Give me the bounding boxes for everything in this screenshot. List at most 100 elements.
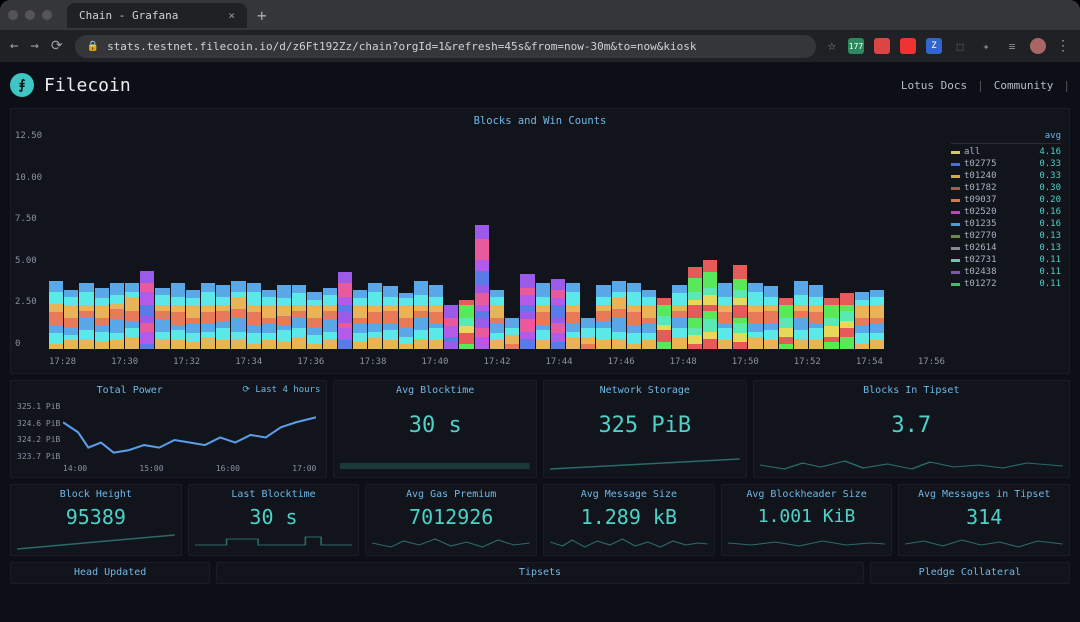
legend-item[interactable]: t027310.11 [951, 254, 1061, 266]
network-storage-panel: Network Storage 325 PiB [543, 380, 747, 478]
panel-title: Avg Blocktime [340, 385, 530, 396]
divider: | [977, 79, 984, 92]
block-height-panel: Block Height 95389 [10, 484, 182, 556]
bars [49, 131, 945, 349]
lock-icon: 🔒 [87, 41, 99, 52]
lotus-docs-link[interactable]: Lotus Docs [901, 79, 967, 92]
filecoin-logo-icon: ⨎ [10, 73, 34, 97]
avg-message-size-panel: Avg Message Size 1.289 kB [543, 484, 715, 556]
window-controls [8, 10, 52, 20]
legend-sort[interactable]: avg [1045, 131, 1061, 141]
sparkline [550, 533, 708, 551]
brand[interactable]: ⨎ Filecoin [10, 73, 131, 97]
legend-item[interactable]: t027750.33 [951, 158, 1061, 170]
tab-title: Chain - Grafana [79, 9, 178, 22]
minimize-window-icon[interactable] [25, 10, 35, 20]
header-links: Lotus Docs | Community | [901, 79, 1070, 92]
page-content: ⨎ Filecoin Lotus Docs | Community | Bloc… [0, 62, 1080, 622]
avatar-icon[interactable] [1030, 38, 1046, 54]
tipsets-panel: Tipsets [216, 562, 863, 584]
stat-value: 325 PiB [550, 396, 740, 455]
panel-title: Blocks and Win Counts [19, 115, 1061, 127]
stat-value: 1.001 KiB [728, 500, 886, 533]
time-range-badge[interactable]: ⟳ Last 4 hours [242, 385, 320, 396]
extension-icon[interactable]: ⬚ [952, 38, 968, 54]
extension-icon[interactable]: Z [926, 38, 942, 54]
sparkline [550, 455, 740, 473]
total-power-chart[interactable]: 325.1 PiB324.6 PiB324.2 PiB323.7 PiB 14:… [17, 396, 320, 473]
sparkline [905, 533, 1063, 551]
panel-title: Avg Messages in Tipset [905, 489, 1063, 500]
browser-url-bar: ← → ⟳ 🔒 stats.testnet.filecoin.io/d/z6Ft… [0, 30, 1080, 62]
close-tab-icon[interactable]: × [228, 9, 235, 22]
extension-icon[interactable] [874, 38, 890, 54]
sparkline [195, 533, 353, 551]
extension-icon[interactable]: 177 [848, 38, 864, 54]
divider: | [1063, 79, 1070, 92]
legend-item[interactable]: t026140.13 [951, 242, 1061, 254]
panel-title: Block Height [17, 489, 175, 500]
bar-chart-area[interactable]: 12.5010.007.505.002.500 17:2817:3017:321… [19, 131, 945, 367]
legend-item[interactable]: t027700.13 [951, 230, 1061, 242]
sparkline [728, 533, 886, 551]
forward-icon[interactable]: → [30, 38, 38, 54]
last-blocktime-panel: Last Blocktime 30 s [188, 484, 360, 556]
brand-name: Filecoin [44, 75, 131, 96]
star-icon[interactable]: ☆ [828, 38, 836, 54]
panel-title: Tipsets [223, 567, 856, 578]
avg-blocktime-panel: Avg Blocktime 30 s [333, 380, 537, 478]
stat-value: 1.289 kB [550, 500, 708, 533]
legend-item[interactable]: t012400.33 [951, 170, 1061, 182]
extension-icon[interactable] [900, 38, 916, 54]
panel-title: Avg Gas Premium [372, 489, 530, 500]
y-axis-labels: 12.5010.007.505.002.500 [15, 131, 42, 349]
legend-item[interactable]: t025200.16 [951, 206, 1061, 218]
head-updated-panel: Head Updated [10, 562, 210, 584]
total-power-panel: Total Power ⟳ Last 4 hours 325.1 PiB324.… [10, 380, 327, 478]
stat-value: 314 [905, 500, 1063, 533]
puzzle-icon[interactable]: ✦ [978, 38, 994, 54]
avg-messages-in-tipset-panel: Avg Messages in Tipset 314 [898, 484, 1070, 556]
avg-gas-premium-panel: Avg Gas Premium 7012926 [365, 484, 537, 556]
browser-tab[interactable]: Chain - Grafana × [67, 3, 247, 28]
legend-item[interactable]: t012350.16 [951, 218, 1061, 230]
stat-value: 30 s [195, 500, 353, 533]
blocks-in-tipset-panel: Blocks In Tipset 3.7 [753, 380, 1070, 478]
legend-item[interactable]: t024380.11 [951, 266, 1061, 278]
url-text: stats.testnet.filecoin.io/d/z6Ft192Zz/ch… [107, 40, 696, 53]
panel-title: Total Power [17, 385, 242, 396]
legend-item[interactable]: t090370.20 [951, 194, 1061, 206]
legend-item[interactable]: t017820.30 [951, 182, 1061, 194]
panel-title: Network Storage [550, 385, 740, 396]
pledge-collateral-panel: Pledge Collateral [870, 562, 1070, 584]
back-icon[interactable]: ← [10, 38, 18, 54]
avg-blockheader-size-panel: Avg Blockheader Size 1.001 KiB [721, 484, 893, 556]
sparkline [340, 455, 530, 473]
panel-title: Blocks In Tipset [760, 385, 1063, 396]
maximize-window-icon[interactable] [42, 10, 52, 20]
close-window-icon[interactable] [8, 10, 18, 20]
panel-title: Pledge Collateral [877, 567, 1063, 578]
chart-legend[interactable]: avg all4.16t027750.33t012400.33t017820.3… [951, 131, 1061, 367]
reload-icon[interactable]: ⟳ [51, 38, 63, 54]
extension-icons: 177 Z ⬚ ✦ ≡ ⋮ [848, 38, 1070, 54]
sparkline [372, 533, 530, 551]
address-bar[interactable]: 🔒 stats.testnet.filecoin.io/d/z6Ft192Zz/… [75, 35, 816, 58]
sparkline [760, 455, 1063, 473]
browser-tab-bar: Chain - Grafana × + [0, 0, 1080, 30]
community-link[interactable]: Community [994, 79, 1054, 92]
extension-icon[interactable]: ≡ [1004, 38, 1020, 54]
menu-icon[interactable]: ⋮ [1056, 38, 1070, 54]
stat-value: 7012926 [372, 500, 530, 533]
site-header: ⨎ Filecoin Lotus Docs | Community | [10, 62, 1070, 108]
legend-item[interactable]: all4.16 [951, 146, 1061, 158]
panel-title: Avg Blockheader Size [728, 489, 886, 500]
panel-title: Head Updated [17, 567, 203, 578]
x-axis-labels: 17:2817:3017:3217:3417:3617:3817:4017:42… [49, 357, 945, 367]
legend-item[interactable]: t012720.11 [951, 278, 1061, 290]
new-tab-button[interactable]: + [257, 6, 267, 25]
stat-value: 3.7 [760, 396, 1063, 455]
panel-title: Avg Message Size [550, 489, 708, 500]
sparkline [17, 533, 175, 551]
stat-value: 95389 [17, 500, 175, 533]
